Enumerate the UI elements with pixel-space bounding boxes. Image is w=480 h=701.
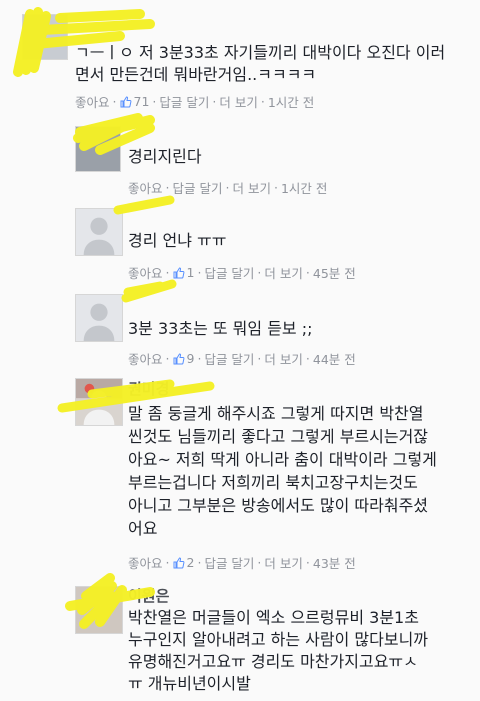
separator-dot: · xyxy=(257,265,262,280)
separator-dot: · xyxy=(165,180,170,195)
more-link[interactable]: 더 보기 xyxy=(264,263,302,282)
default-avatar-icon[interactable] xyxy=(75,208,123,256)
reply-link[interactable]: 답글 달기 xyxy=(204,553,254,572)
comment-author[interactable]: 이원은 xyxy=(128,585,169,606)
separator-dot: · xyxy=(305,265,310,280)
separator-dot: · xyxy=(257,555,262,570)
separator-dot: · xyxy=(305,351,310,366)
separator-dot: · xyxy=(212,94,217,109)
like-count: 1 xyxy=(186,265,195,280)
separator-dot: · xyxy=(165,555,170,570)
more-link[interactable]: 더 보기 xyxy=(264,553,302,572)
timestamp: 1시간 전 xyxy=(267,95,315,110)
separator-dot: · xyxy=(257,351,262,366)
comment-text: 경리 언냐 ㅠㅠ xyxy=(128,231,227,250)
more-link[interactable]: 더 보기 xyxy=(232,178,270,197)
timestamp: 45분 전 xyxy=(312,266,356,281)
separator-dot: · xyxy=(260,94,265,109)
timestamp: 44분 전 xyxy=(312,352,356,367)
avatar[interactable] xyxy=(75,378,123,426)
reply-link[interactable]: 답글 달기 xyxy=(204,349,254,368)
more-link[interactable]: 더 보기 xyxy=(219,92,257,111)
timestamp: 1시간 전 xyxy=(280,181,328,196)
separator-dot: · xyxy=(112,94,117,109)
reply-link[interactable]: 답글 달기 xyxy=(173,178,223,197)
like-link[interactable]: 좋아요 xyxy=(75,92,110,111)
comment-thread: ㄱㅡㅣㅇ 저 3분33초 자기들끼리 대박이다 오진다 이러 면서 만든건데 뭐… xyxy=(0,0,480,701)
comment-text: 3분 33초는 또 뭐임 듣보 ;; xyxy=(128,319,313,338)
separator-dot: · xyxy=(152,94,157,109)
comment-text: 말 좀 둥글게 해주시죠 그렇게 따지면 박찬열 씬것도 님들끼리 좋다고 그렇… xyxy=(128,404,437,538)
thumbs-up-icon xyxy=(173,556,184,568)
comment-actions: 좋아요 · 1 · 답글 달기 · 더 보기 · 45분 전 xyxy=(128,263,356,282)
like-count: 2 xyxy=(186,555,195,570)
avatar[interactable] xyxy=(22,14,68,60)
like-link[interactable]: 좋아요 xyxy=(128,263,163,282)
more-link[interactable]: 더 보기 xyxy=(264,349,302,368)
reply-link[interactable]: 답글 달기 xyxy=(204,263,254,282)
avatar[interactable] xyxy=(75,126,121,172)
comment-text: 경리지린다 xyxy=(128,147,202,166)
comment-actions: 좋아요 · 답글 달기 · 더 보기 · 1시간 전 xyxy=(128,178,327,197)
comment-actions: 좋아요 · 9 · 답글 달기 · 더 보기 · 44분 전 xyxy=(128,349,356,368)
separator-dot: · xyxy=(197,555,202,570)
comment-text: 박찬열은 머글들이 엑소 으르렁뮤비 3분1초 누구인지 알아내려고 하는 사람… xyxy=(128,608,429,693)
like-count: 71 xyxy=(133,94,150,109)
avatar[interactable] xyxy=(75,586,123,634)
comment-actions: 좋아요 · 2 · 답글 달기 · 더 보기 · 43분 전 xyxy=(128,553,356,572)
timestamp: 43분 전 xyxy=(312,556,356,571)
like-link[interactable]: 좋아요 xyxy=(128,553,163,572)
thumbs-up-icon xyxy=(173,352,184,364)
separator-dot: · xyxy=(305,555,310,570)
separator-dot: · xyxy=(165,351,170,366)
comment-actions: 좋아요 · 71 · 답글 달기 · 더 보기 · 1시간 전 xyxy=(75,92,314,111)
reply-link[interactable]: 답글 달기 xyxy=(159,92,209,111)
like-link[interactable]: 좋아요 xyxy=(128,178,163,197)
separator-dot: · xyxy=(273,180,278,195)
separator-dot: · xyxy=(197,265,202,280)
comment-text: ㄱㅡㅣㅇ 저 3분33초 자기들끼리 대박이다 오진다 이러 면서 만든건데 뭐… xyxy=(75,43,446,84)
separator-dot: · xyxy=(197,351,202,366)
like-link[interactable]: 좋아요 xyxy=(128,349,163,368)
comment-author[interactable]: 권미경 xyxy=(128,378,169,399)
separator-dot: · xyxy=(165,265,170,280)
thumbs-up-icon xyxy=(173,266,184,278)
default-avatar-icon[interactable] xyxy=(75,294,123,342)
thumbs-up-icon xyxy=(120,95,131,107)
like-count: 9 xyxy=(186,351,195,366)
separator-dot: · xyxy=(225,180,230,195)
